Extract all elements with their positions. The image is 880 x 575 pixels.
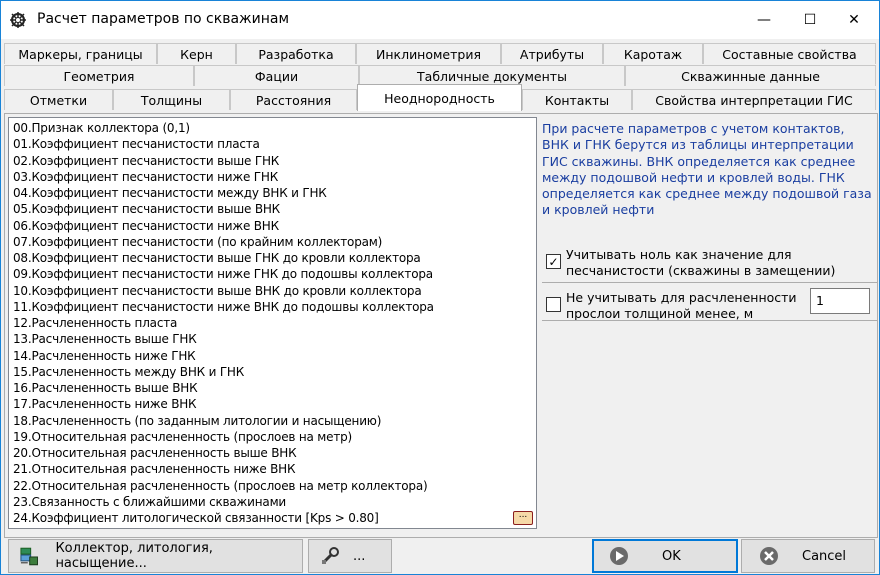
window-title: Расчет параметров по скважинам <box>37 11 290 27</box>
tab-inclinometry[interactable]: Инклинометрия <box>356 43 501 64</box>
cancel-icon <box>760 547 778 565</box>
tab-geometry[interactable]: Геометрия <box>4 65 194 86</box>
list-item[interactable]: 03.Коэффициент песчанистости ниже ГНК <box>13 169 278 185</box>
tab-contacts[interactable]: Контакты <box>522 89 632 110</box>
wrench-icon <box>322 547 339 564</box>
tools-button-label: ... <box>353 548 366 564</box>
zero-as-value-checkbox[interactable]: ✓ <box>546 254 561 269</box>
tab-content: ... 00.Признак коллектора (0,1) 01.Коэффи… <box>4 113 878 538</box>
list-item[interactable]: 10.Коэффициент песчанистости выше ВНК до… <box>13 283 422 299</box>
list-item[interactable]: 17.Расчлененность ниже ВНК <box>13 396 197 412</box>
tab-development[interactable]: Разработка <box>236 43 356 64</box>
tab-composite-props[interactable]: Составные свойства <box>703 43 876 64</box>
tab-heterogeneity[interactable]: Неоднородность <box>357 84 522 111</box>
tab-logging[interactable]: Каротаж <box>603 43 703 64</box>
list-item[interactable]: 19.Относительная расчлененность (прослое… <box>13 429 352 445</box>
play-icon <box>610 547 628 565</box>
maximize-button[interactable]: ☐ <box>787 1 833 39</box>
ignore-thin-checkbox[interactable] <box>546 297 561 312</box>
list-item[interactable]: 04.Коэффициент песчанистости между ВНК и… <box>13 185 327 201</box>
tab-attributes[interactable]: Атрибуты <box>501 43 603 64</box>
title-bar: Расчет параметров по скважинам — ☐ ✕ <box>1 1 879 39</box>
list-item[interactable]: 14.Расчлененность ниже ГНК <box>13 348 196 364</box>
ok-button-label: OK <box>662 548 681 564</box>
list-item[interactable]: 23.Связанность с ближайшими скважинами <box>13 494 286 510</box>
tools-button[interactable]: ... <box>308 539 392 573</box>
tab-table-docs[interactable]: Табличные документы <box>359 65 625 86</box>
check-icon: ✓ <box>548 254 559 269</box>
list-item[interactable]: 20.Относительная расчлененность выше ВНК <box>13 445 297 461</box>
list-item[interactable]: 00.Признак коллектора (0,1) <box>13 120 190 136</box>
list-item[interactable]: 05.Коэффициент песчанистости выше ВНК <box>13 201 280 217</box>
tab-row-2: Геометрия Фации Табличные документы Сква… <box>4 65 876 86</box>
list-ellipsis-button[interactable]: ... <box>513 511 533 525</box>
list-item[interactable]: 09.Коэффициент песчанистости ниже ГНК до… <box>13 266 433 282</box>
list-item[interactable]: 16.Расчлененность выше ВНК <box>13 380 198 396</box>
zero-as-value-label: Учитывать ноль как значение для песчанис… <box>566 247 835 279</box>
parameter-list[interactable]: ... 00.Признак коллектора (0,1) 01.Коэффи… <box>8 117 537 529</box>
divider <box>542 320 878 321</box>
list-item[interactable]: 22.Относительная расчлененность (прослое… <box>13 478 428 494</box>
tab-facies[interactable]: Фации <box>194 65 359 86</box>
list-item[interactable]: 02.Коэффициент песчанистости выше ГНК <box>13 153 279 169</box>
tab-row-3: Отметки Толщины Расстояния Неоднородност… <box>4 84 876 111</box>
list-item[interactable]: 21.Относительная расчлененность ниже ВНК <box>13 461 296 477</box>
list-item[interactable]: 01.Коэффициент песчанистости пласта <box>13 136 260 152</box>
app-icon <box>9 11 27 29</box>
minimize-button[interactable]: — <box>741 1 787 39</box>
database-icon <box>20 547 38 566</box>
list-item[interactable]: 06.Коэффициент песчанистости ниже ВНК <box>13 218 279 234</box>
collector-button[interactable]: Коллектор, литология, насыщение... <box>8 539 303 573</box>
tab-well-data[interactable]: Скважинные данные <box>625 65 876 86</box>
cancel-button-label: Cancel <box>802 548 847 564</box>
ok-button[interactable]: OK <box>592 539 738 573</box>
list-item[interactable]: 07.Коэффициент песчанистости (по крайним… <box>13 234 382 250</box>
list-item[interactable]: 12.Расчлененность пласта <box>13 315 177 331</box>
list-item[interactable]: 24.Коэффициент литологической связанност… <box>13 510 379 526</box>
label-line: песчанистости (скважины в замещении) <box>566 263 836 278</box>
tab-distances[interactable]: Расстояния <box>230 89 357 110</box>
tab-core[interactable]: Керн <box>157 43 236 64</box>
tab-marks[interactable]: Отметки <box>4 89 113 110</box>
list-item[interactable]: 18.Расчлененность (по заданным литологии… <box>13 413 381 429</box>
collector-button-label: Коллектор, литология, насыщение... <box>55 541 213 571</box>
list-item[interactable]: 11.Коэффициент песчанистости ниже ВНК до… <box>13 299 434 315</box>
label-line: Учитывать ноль как значение для <box>566 247 792 262</box>
list-item[interactable]: 08.Коэффициент песчанистости выше ГНК до… <box>13 250 421 266</box>
list-item[interactable]: 13.Расчлененность выше ГНК <box>13 331 197 347</box>
close-icon: ✕ <box>848 12 860 28</box>
label-line: Не учитывать для расчлененности <box>566 290 797 305</box>
tab-thickness[interactable]: Толщины <box>113 89 230 110</box>
tab-gis-interpretation[interactable]: Свойства интерпретации ГИС <box>632 89 876 110</box>
cancel-button[interactable]: Cancel <box>741 539 875 573</box>
close-button[interactable]: ✕ <box>831 1 877 39</box>
contacts-info-text: При расчете параметров с учетом контакто… <box>542 121 872 218</box>
tab-markers[interactable]: Маркеры, границы <box>4 43 157 64</box>
tab-row-1: Маркеры, границы Керн Разработка Инклино… <box>4 43 876 64</box>
maximize-icon: ☐ <box>803 12 817 28</box>
divider <box>542 282 878 283</box>
min-thickness-input[interactable]: 1 <box>810 288 870 314</box>
list-item[interactable]: 15.Расчлененность между ВНК и ГНК <box>13 364 244 380</box>
dialog-window: Расчет параметров по скважинам — ☐ ✕ Мар… <box>0 0 880 575</box>
minimize-icon: — <box>757 12 771 28</box>
ignore-thin-label: Не учитывать для расчлененности прослои … <box>566 290 797 322</box>
